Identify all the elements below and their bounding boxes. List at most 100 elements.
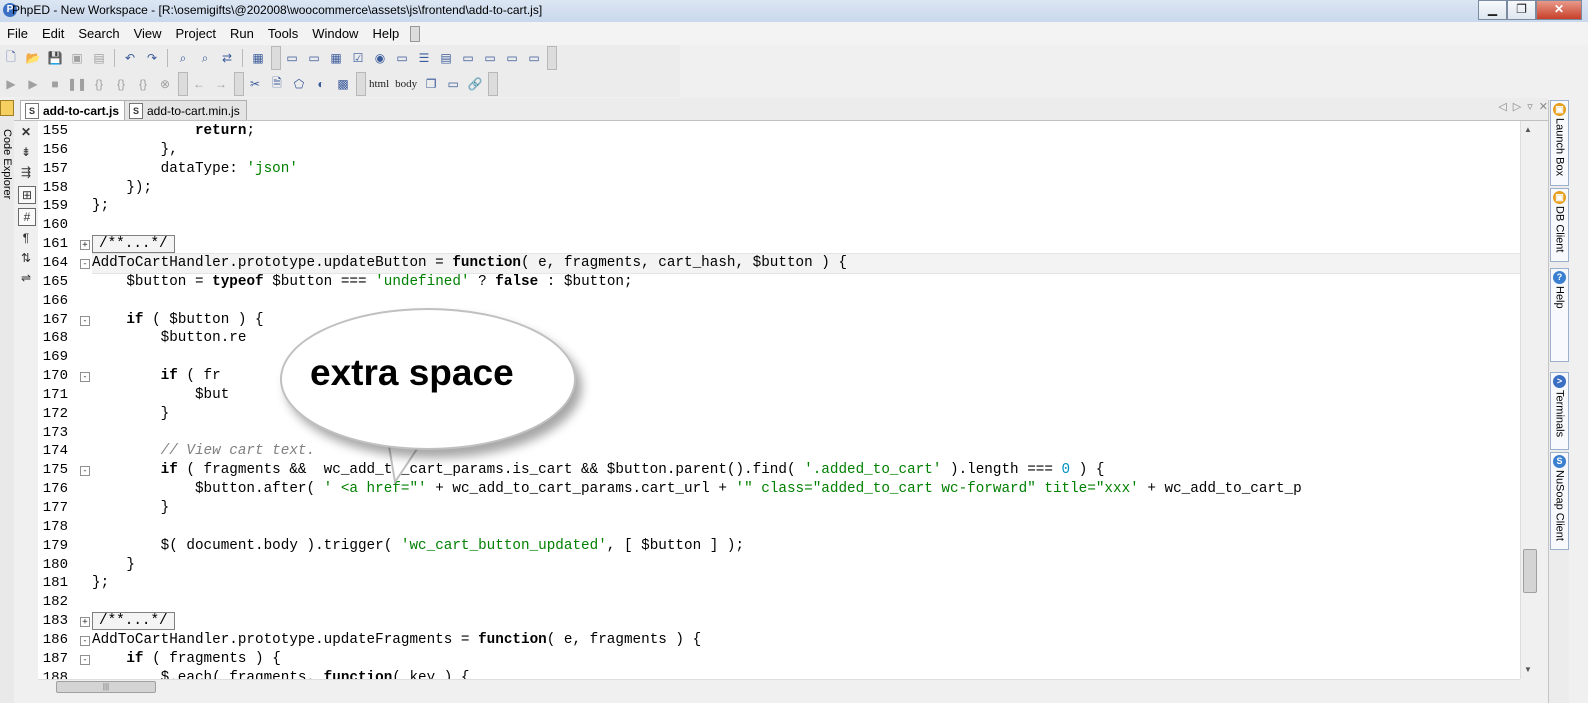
panel-launch-box[interactable]: ▣ Launch Box xyxy=(1550,100,1569,186)
copy-icon[interactable]: ❐ xyxy=(421,75,441,93)
code-line[interactable]: $.each( fragments, function( key ) { xyxy=(92,669,470,679)
code-line[interactable]: }; xyxy=(92,574,109,593)
line-numbers-icon[interactable]: # xyxy=(18,208,36,226)
menu-edit[interactable]: Edit xyxy=(35,26,71,41)
tab-list-icon[interactable]: ▿ xyxy=(1527,100,1533,113)
toolbar-grip[interactable] xyxy=(234,72,244,96)
open-folder-icon[interactable]: 📂 xyxy=(23,49,43,67)
menu-grip[interactable] xyxy=(410,25,421,42)
menu-file[interactable]: File xyxy=(0,26,35,41)
code-line[interactable]: if ( fragments && wc_add_to_cart_params.… xyxy=(92,461,1105,480)
radio-icon[interactable]: ◉ xyxy=(370,49,390,67)
step-out-icon[interactable]: {} xyxy=(133,75,153,93)
toolbar-grip[interactable] xyxy=(356,72,366,96)
menu-help[interactable]: Help xyxy=(365,26,406,41)
run-icon[interactable]: ▶ xyxy=(1,75,21,93)
table-icon[interactable]: ▤ xyxy=(436,49,456,67)
replace-icon[interactable]: ⇄ xyxy=(217,49,237,67)
minimize-button[interactable]: ▁ xyxy=(1478,0,1507,20)
vertical-scrollbar[interactable]: ▲ ▼ xyxy=(1520,121,1538,679)
fold-collapse-icon[interactable]: - xyxy=(80,654,90,665)
menu-run[interactable]: Run xyxy=(223,26,261,41)
grid-icon[interactable]: ▦ xyxy=(326,49,346,67)
body-tag-button[interactable]: body xyxy=(392,78,420,90)
image-icon[interactable]: ▭ xyxy=(458,49,478,67)
code-editor[interactable]: 155 return; 156 }, 157 dataType: 'json' 158… xyxy=(38,121,1520,679)
code-line[interactable]: }); xyxy=(92,179,152,198)
color-icon[interactable]: ▩ xyxy=(333,75,353,93)
scroll-thumb[interactable]: ||| xyxy=(56,681,156,693)
code-line[interactable]: if ( $button ) { xyxy=(92,311,263,330)
panel-terminals[interactable]: > Terminals xyxy=(1550,372,1569,450)
code-line[interactable]: $button = typeof $button === 'undefined'… xyxy=(92,273,632,292)
close-file-icon[interactable]: ▤ xyxy=(89,49,109,67)
menu-tools[interactable]: Tools xyxy=(261,26,305,41)
toolbar-grip[interactable] xyxy=(488,72,499,96)
save-icon[interactable]: 💾 xyxy=(45,49,65,67)
scroll-down-arrow[interactable]: ▼ xyxy=(1524,665,1532,674)
code-line[interactable]: $button.re xyxy=(92,329,247,348)
layout-icon[interactable]: ▦ xyxy=(248,49,268,67)
code-line[interactable]: if ( fragments ) { xyxy=(92,650,280,669)
button-icon[interactable]: ▭ xyxy=(392,49,412,67)
pause-icon[interactable]: ❚❚ xyxy=(67,75,87,93)
document-icon[interactable]: 🗎 xyxy=(267,75,287,93)
horizontal-scrollbar[interactable]: ||| xyxy=(38,679,1520,694)
bookmark-icon[interactable]: ⇟ xyxy=(18,144,34,160)
code-line[interactable]: /**...*/ xyxy=(92,612,175,631)
redo-icon[interactable]: ↷ xyxy=(142,49,162,67)
tab-add-to-cart-js[interactable]: S add-to-cart.js xyxy=(20,100,127,120)
find-icon[interactable]: ⌕ xyxy=(173,49,193,67)
tools-icon[interactable]: ✂ xyxy=(245,75,265,93)
frame-icon[interactable]: ▭ xyxy=(480,49,500,67)
tab-close-icon[interactable]: ✕ xyxy=(1539,100,1548,113)
code-line[interactable]: } xyxy=(92,499,170,518)
code-line[interactable]: $but xyxy=(92,386,229,405)
indent-icon[interactable]: ⇶ xyxy=(18,164,34,180)
close-icon[interactable]: ✕ xyxy=(18,124,34,140)
code-line[interactable]: AddToCartHandler.prototype.updateButton … xyxy=(92,254,847,273)
find-next-icon[interactable]: ⌕ xyxy=(195,49,215,67)
form-icon[interactable]: ▭ xyxy=(282,49,302,67)
code-explorer-strip[interactable]: Code Explorer xyxy=(0,100,15,703)
scroll-up-arrow[interactable]: ▲ xyxy=(1524,125,1532,134)
link-icon[interactable]: 🔗 xyxy=(465,75,485,93)
undo-icon[interactable]: ↶ xyxy=(120,49,140,67)
stop-icon[interactable]: ■ xyxy=(45,75,65,93)
toolbar-grip[interactable] xyxy=(178,72,188,96)
wrap-icon[interactable]: ⇌ xyxy=(18,270,34,286)
back-icon[interactable]: ← xyxy=(189,75,209,93)
list-icon[interactable]: ☰ xyxy=(414,49,434,67)
panel-nusoap-client[interactable]: S NuSoap Client xyxy=(1550,452,1569,550)
fold-collapse-icon[interactable]: - xyxy=(80,315,90,326)
code-line[interactable]: } xyxy=(92,556,135,575)
reset-icon[interactable]: ▭ xyxy=(524,49,544,67)
fold-collapse-icon[interactable]: - xyxy=(80,635,90,646)
html-tag-button[interactable]: html xyxy=(366,78,392,90)
code-line[interactable]: }; xyxy=(92,197,109,216)
step-into-icon[interactable]: {} xyxy=(89,75,109,93)
code-line[interactable]: return; xyxy=(92,122,255,141)
code-line[interactable]: /**...*/ xyxy=(92,235,175,254)
outline-icon[interactable]: ⇅ xyxy=(18,250,34,266)
forward-icon[interactable]: → xyxy=(211,75,231,93)
menu-window[interactable]: Window xyxy=(305,26,365,41)
code-line[interactable]: // View cart text. xyxy=(92,442,315,461)
code-line[interactable]: AddToCartHandler.prototype.updateFragmen… xyxy=(92,631,701,650)
shape-icon[interactable]: ⬠ xyxy=(289,75,309,93)
code-line[interactable]: if ( fr xyxy=(92,367,221,386)
code-line[interactable]: $( document.body ).trigger( 'wc_cart_but… xyxy=(92,537,744,556)
php-icon[interactable]: ◐ xyxy=(311,75,331,93)
panel-db-client[interactable]: ▣ DB Client xyxy=(1550,188,1569,262)
input-icon[interactable]: ▭ xyxy=(304,49,324,67)
save-all-icon[interactable]: ▣ xyxy=(67,49,87,67)
fold-expand-icon[interactable]: + xyxy=(80,240,90,251)
menu-project[interactable]: Project xyxy=(169,26,223,41)
split-view-icon[interactable]: ⊞ xyxy=(18,186,36,204)
toolbar-grip[interactable] xyxy=(547,46,557,70)
fold-expand-icon[interactable]: + xyxy=(80,617,90,628)
tab-prev-icon[interactable]: ◁ xyxy=(1498,100,1506,113)
fold-collapse-icon[interactable]: - xyxy=(80,372,90,383)
submit-icon[interactable]: ▭ xyxy=(502,49,522,67)
toolbar-grip[interactable] xyxy=(271,46,281,70)
